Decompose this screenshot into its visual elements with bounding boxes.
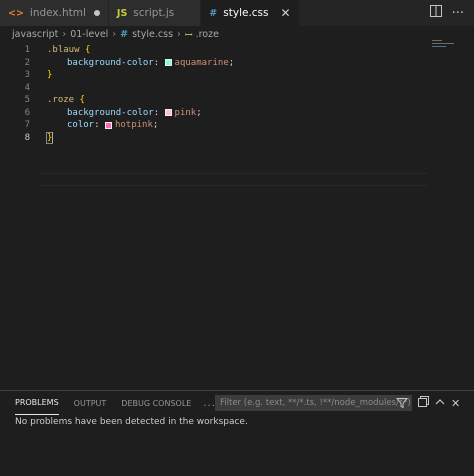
panel-actions: ✕ [418,395,460,411]
code-line[interactable]: 2 background-color: aquamarine; [0,57,474,70]
css-file-icon: # [209,7,218,19]
tab-output[interactable]: OUTPUT [74,391,107,415]
code-editor[interactable]: 1 .blauw { 2 background-color: aquamarin… [0,45,474,389]
problems-message: No problems have been detected in the wo… [15,417,248,427]
more-panels-icon[interactable]: ... [203,391,216,415]
unsaved-dot-icon [93,10,100,16]
css-selector-icon: ꟷ [184,29,193,41]
line-number: 1 [24,45,30,56]
filter-placeholder: Filter (e.g. text, **/*.ts, !**/node_mod… [220,398,411,408]
close-panel-icon[interactable]: ✕ [451,397,460,410]
line-number: 3 [24,70,30,81]
chevron-right-icon: › [177,28,181,40]
breadcrumb-item[interactable]: style.css [132,29,173,40]
tab-problems[interactable]: PROBLEMS [15,391,59,415]
tab-label: script.js [133,7,175,19]
open-brace: { [84,45,91,56]
editor-actions: ··· [429,0,474,26]
open-brace: { [79,95,85,106]
css-value: hotpink [114,120,153,131]
breadcrumb-item[interactable]: javascript [12,29,58,40]
css-value: pink [174,107,197,118]
maximize-panel-icon[interactable] [435,397,445,410]
collapse-all-icon[interactable] [418,396,429,410]
more-actions-icon[interactable]: ··· [452,6,464,21]
css-property: background-color [67,107,154,118]
color-swatch-icon[interactable] [104,121,112,129]
current-line-highlight [40,173,428,186]
tab-index-html[interactable]: <> index.html [0,0,109,26]
tab-debug-console[interactable]: DEBUG CONSOLE [121,391,191,415]
line-number: 4 [24,82,30,93]
code-line[interactable]: 1 .blauw { [0,44,474,57]
tab-label: style.css [223,7,269,19]
breadcrumb-item[interactable]: 01-level [70,29,108,40]
line-number: 2 [24,57,30,68]
breadcrumb: javascript › 01-level › # style.css › ꟷ … [0,26,474,42]
line-number: 5 [24,95,30,106]
code-line[interactable]: 6 background-color: pink; [0,107,474,120]
tab-label: index.html [29,7,86,19]
css-property: color [67,120,95,131]
color-swatch-icon[interactable] [164,59,172,67]
css-selector: .blauw [47,45,80,56]
chevron-right-icon: › [62,28,67,40]
split-editor-icon[interactable] [429,5,442,21]
code-line[interactable]: 7 color: hotpink; [0,119,474,132]
text-cursor [52,132,54,144]
line-number: 6 [24,107,30,118]
editor-tab-bar: <> index.html JS script.js # style.css ✕… [0,0,474,26]
tab-script-js[interactable]: JS script.js [108,0,202,26]
line-number: 7 [24,120,30,131]
close-brace: } [47,70,53,81]
line-number: 8 [24,132,30,143]
css-file-icon: # [120,28,129,40]
code-line[interactable]: 4 [0,82,474,95]
css-property: background-color [67,57,154,68]
breadcrumb-item[interactable]: .roze [196,29,219,40]
css-value: aquamarine [174,57,229,68]
close-icon[interactable]: ✕ [281,6,291,20]
html-file-icon: <> [8,7,24,19]
color-swatch-icon[interactable] [164,109,172,117]
tab-style-css[interactable]: # style.css ✕ [201,0,300,26]
js-file-icon: JS [116,7,128,19]
problems-filter-input[interactable]: Filter (e.g. text, **/*.ts, !**/node_mod… [215,395,412,411]
code-line[interactable]: 5 .roze { [0,94,474,107]
chevron-right-icon: › [112,28,117,40]
css-selector: .roze [47,95,75,106]
bottom-panel: PROBLEMS OUTPUT DEBUG CONSOLE ... Filter… [0,390,474,476]
code-line[interactable]: 8 } [0,131,474,145]
code-line[interactable]: 3 } [0,69,474,82]
filter-icon[interactable] [396,397,408,409]
